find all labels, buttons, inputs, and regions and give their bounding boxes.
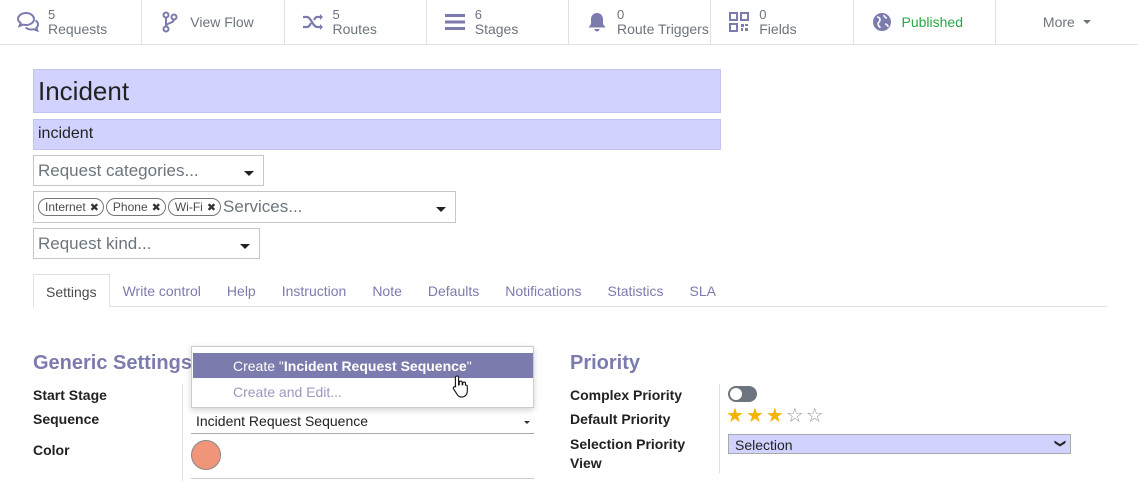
priority-star-icon[interactable]: ☆ (806, 406, 824, 426)
stages-count: 6 (474, 7, 482, 22)
sequence-value: Incident Request Sequence (196, 413, 369, 429)
caret-down-icon (436, 207, 446, 212)
routes-label: Routes (332, 21, 377, 37)
globe-icon (870, 10, 894, 34)
service-tag-label: Phone (112, 200, 148, 214)
priority-star-icon[interactable]: ★ (726, 406, 744, 426)
qrcode-icon (727, 10, 751, 34)
form-tabs: Settings Write control Help Instruction … (33, 274, 1107, 308)
create-value: Incident Request Sequence (283, 358, 467, 374)
create-and-edit-option[interactable]: Create and Edit... (193, 379, 533, 404)
fields-count: 0 (759, 7, 767, 22)
tab-notifications[interactable]: Notifications (492, 274, 594, 307)
code-branch-icon (158, 10, 182, 34)
service-tag-phone[interactable]: Phone ✖ (105, 198, 166, 216)
label-divider (719, 384, 720, 473)
caret-down-icon (524, 421, 530, 424)
tab-help[interactable]: Help (214, 274, 269, 307)
selection-priority-view-label-1: Selection Priority (570, 436, 686, 452)
create-sequence-option[interactable]: Create "Incident Request Sequence" (193, 353, 533, 378)
route-triggers-label: Route Triggers (617, 21, 709, 37)
remove-tag-icon[interactable]: ✖ (207, 201, 216, 214)
fields-label: Fields (759, 21, 797, 37)
routes-button[interactable]: 5 Routes (285, 0, 427, 44)
generic-settings-title: Generic Settings (33, 352, 192, 374)
remove-tag-icon[interactable]: ✖ (152, 201, 161, 214)
smart-button-bar: 5 Requests View Flow 5 Routes 6 Stages 0… (0, 0, 1138, 45)
tab-defaults[interactable]: Defaults (415, 274, 492, 307)
service-tag-internet[interactable]: Internet ✖ (38, 198, 104, 216)
caret-down-icon (244, 170, 254, 176)
sequence-label: Sequence (33, 411, 100, 427)
code-field[interactable]: incident (33, 119, 721, 150)
create-prefix: Create " (233, 358, 284, 374)
services-placeholder: Services... (223, 197, 303, 216)
more-button[interactable]: More (996, 0, 1138, 44)
default-priority-stars: ★ ★ ★ ☆ ☆ (726, 406, 826, 426)
sequence-field[interactable]: Incident Request Sequence (191, 409, 534, 434)
stages-label: Stages (474, 21, 519, 37)
field-underline (191, 478, 534, 479)
tab-instruction[interactable]: Instruction (269, 274, 360, 307)
stages-button[interactable]: 6 Stages (427, 0, 569, 44)
tab-sla[interactable]: SLA (677, 274, 729, 307)
bars-icon (443, 10, 467, 34)
label-divider (182, 384, 183, 481)
chevron-down-icon: ❯ (1053, 438, 1066, 449)
create-suffix: " (466, 358, 472, 374)
service-tag-label: Internet (45, 200, 86, 214)
complex-priority-toggle[interactable] (728, 386, 757, 402)
priority-title: Priority (570, 352, 641, 374)
request-categories-field[interactable]: Request categories... (33, 155, 264, 186)
route-triggers-button[interactable]: 0 Route Triggers (569, 0, 712, 44)
priority-star-icon[interactable]: ☆ (786, 406, 804, 426)
bell-icon (585, 10, 609, 34)
selection-priority-view-select[interactable]: Selection ❯ (728, 434, 1071, 454)
requests-count: 5 (48, 7, 56, 22)
remove-tag-icon[interactable]: ✖ (90, 201, 99, 214)
random-icon (301, 10, 325, 34)
caret-down-icon (1082, 20, 1091, 24)
requests-button[interactable]: 5 Requests (0, 0, 143, 44)
tab-settings[interactable]: Settings (33, 274, 110, 308)
sequence-autocomplete-dropdown: Create "Incident Request Sequence" Creat… (191, 346, 534, 408)
request-type-form: 5 Requests View Flow 5 Routes 6 Stages 0… (0, 0, 1138, 481)
request-kind-placeholder: Request kind... (38, 233, 152, 253)
priority-star-icon[interactable]: ★ (746, 406, 764, 426)
services-field[interactable]: Internet ✖ Phone ✖ Wi-Fi ✖ Services... (33, 191, 456, 223)
routes-count: 5 (332, 7, 340, 22)
name-field[interactable]: Incident (33, 69, 721, 113)
route-triggers-count: 0 (617, 7, 625, 22)
hand-pointer-icon (452, 375, 468, 398)
color-label: Color (33, 442, 70, 458)
view-flow-button[interactable]: View Flow (142, 0, 285, 44)
request-kind-field[interactable]: Request kind... (33, 228, 260, 259)
complex-priority-label: Complex Priority (570, 387, 683, 403)
more-label: More (1042, 14, 1075, 30)
tab-note[interactable]: Note (359, 274, 415, 307)
color-picker[interactable] (191, 440, 221, 470)
start-stage-label: Start Stage (33, 387, 107, 403)
tab-statistics[interactable]: Statistics (595, 274, 677, 307)
service-tag-wifi[interactable]: Wi-Fi ✖ (167, 198, 222, 216)
toggle-knob (730, 388, 742, 400)
selection-priority-value: Selection (735, 437, 793, 453)
comments-icon (16, 10, 40, 34)
service-tag-label: Wi-Fi (174, 200, 203, 214)
request-categories-placeholder: Request categories... (38, 160, 199, 180)
requests-label: Requests (48, 21, 108, 37)
published-label: Published (901, 14, 964, 30)
default-priority-label: Default Priority (570, 411, 671, 427)
caret-down-icon (240, 243, 250, 249)
fields-button[interactable]: 0 Fields (711, 0, 854, 44)
view-flow-label: View Flow (190, 14, 254, 30)
selection-priority-view-label-2: View (570, 455, 602, 471)
tab-write-control[interactable]: Write control (110, 274, 214, 307)
published-button[interactable]: Published (854, 0, 996, 44)
priority-star-icon[interactable]: ★ (766, 406, 784, 426)
